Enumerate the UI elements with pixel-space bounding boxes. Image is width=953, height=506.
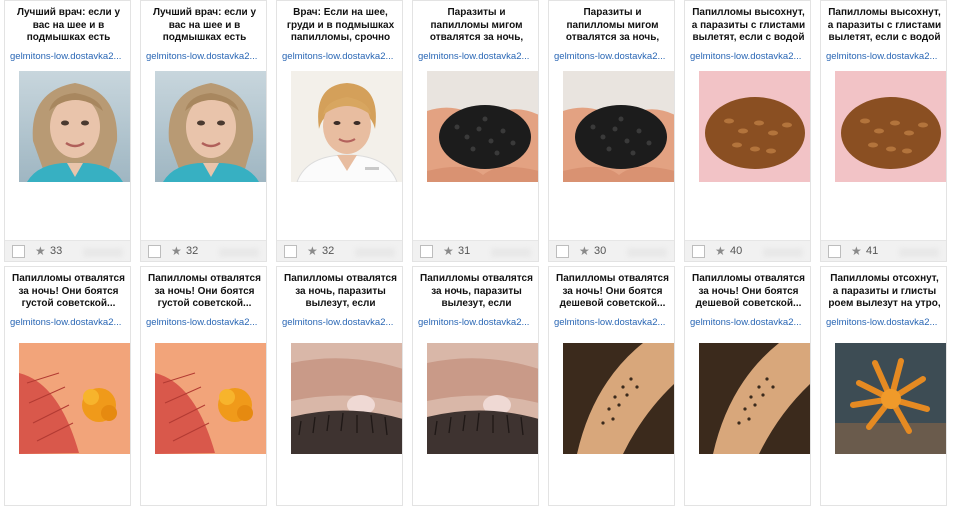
teaser-card[interactable]: Папилломы отвалятся за ночь! Они боятся …	[548, 266, 675, 506]
teaser-footer: ★ 31	[413, 240, 538, 261]
select-checkbox[interactable]	[12, 245, 25, 258]
teaser-thumbnail[interactable]	[291, 71, 402, 182]
blurred-meta	[219, 248, 259, 257]
blurred-meta	[491, 248, 531, 257]
teaser-card[interactable]: Папилломы отвалятся за ночь, паразиты вы…	[412, 266, 539, 506]
teaser-title[interactable]: Папилломы отвалятся за ночь! Они боятся …	[555, 273, 670, 313]
teaser-thumbnail[interactable]	[19, 71, 130, 182]
select-checkbox[interactable]	[420, 245, 433, 258]
teaser-domain-link[interactable]: gelmitons-low.dostavka2...	[690, 317, 808, 328]
teaser-domain-link[interactable]: gelmitons-low.dostavka2...	[10, 317, 128, 328]
teaser-thumbnail[interactable]	[155, 343, 266, 454]
teaser-title[interactable]: Папилломы отвалятся за ночь, паразиты вы…	[419, 273, 534, 313]
teaser-card[interactable]: Лучший врач: если у вас на шее и в подмы…	[140, 0, 267, 262]
teaser-domain-link[interactable]: gelmitons-low.dostavka2...	[10, 51, 128, 62]
teaser-card[interactable]: Папилломы отсохнут, а паразиты и глисты …	[820, 266, 947, 506]
star-icon: ★	[851, 244, 862, 258]
teaser-domain-link[interactable]: gelmitons-low.dostavka2...	[554, 317, 672, 328]
teaser-title[interactable]: Врач: Если на шее, груди и в подмышках п…	[283, 7, 398, 47]
blurred-meta	[83, 248, 123, 257]
star-icon: ★	[443, 244, 454, 258]
teaser-title[interactable]: Лучший врач: если у вас на шее и в подмы…	[147, 7, 262, 47]
blurred-meta	[763, 248, 803, 257]
teaser-card[interactable]: Папилломы отвалятся за ночь! Они боятся …	[140, 266, 267, 506]
rating-count: 31	[458, 245, 471, 257]
teaser-card[interactable]: Папилломы отвалятся за ночь, паразиты вы…	[276, 266, 403, 506]
select-checkbox[interactable]	[692, 245, 705, 258]
teaser-card[interactable]: Папилломы высохнут, а паразиты с глистам…	[820, 0, 947, 262]
star-icon: ★	[307, 244, 318, 258]
teaser-thumbnail[interactable]	[19, 343, 130, 454]
teaser-footer: ★ 41	[821, 240, 946, 261]
teaser-title[interactable]: Папилломы отвалятся за ночь! Они боятся …	[691, 273, 806, 313]
teaser-card[interactable]: Папилломы отвалятся за ночь! Они боятся …	[4, 266, 131, 506]
teaser-domain-link[interactable]: gelmitons-low.dostavka2...	[554, 51, 672, 62]
select-checkbox[interactable]	[148, 245, 161, 258]
teaser-title[interactable]: Лучший врач: если у вас на шее и в подмы…	[11, 7, 126, 47]
teaser-domain-link[interactable]: gelmitons-low.dostavka2...	[418, 51, 536, 62]
teaser-title[interactable]: Папилломы отсохнут, а паразиты и глисты …	[827, 273, 942, 313]
teaser-card[interactable]: Паразиты и папилломы мигом отвалятся за …	[412, 0, 539, 262]
teaser-footer: ★ 32	[141, 240, 266, 261]
teaser-card[interactable]: Врач: Если на шее, груди и в подмышках п…	[276, 0, 403, 262]
teaser-thumbnail[interactable]	[427, 343, 538, 454]
teaser-thumbnail[interactable]	[835, 71, 946, 182]
teaser-thumbnail[interactable]	[835, 343, 946, 454]
teaser-title[interactable]: Папилломы высохнут, а паразиты с глистам…	[691, 7, 806, 47]
star-icon: ★	[171, 244, 182, 258]
teaser-domain-link[interactable]: gelmitons-low.dostavka2...	[282, 317, 400, 328]
star-icon: ★	[579, 244, 590, 258]
teaser-footer: ★ 33	[5, 240, 130, 261]
rating-count: 40	[730, 245, 743, 257]
teaser-footer: ★ 32	[277, 240, 402, 261]
teaser-card[interactable]: Папилломы высохнут, а паразиты с глистам…	[684, 0, 811, 262]
ad-teaser-grid: Лучший врач: если у вас на шее и в подмы…	[0, 0, 953, 506]
teaser-thumbnail[interactable]	[291, 343, 402, 454]
teaser-title[interactable]: Папилломы отвалятся за ночь, паразиты вы…	[283, 273, 398, 313]
rating-count: 32	[322, 245, 335, 257]
star-icon: ★	[715, 244, 726, 258]
teaser-footer: ★ 40	[685, 240, 810, 261]
blurred-meta	[355, 248, 395, 257]
teaser-title[interactable]: Паразиты и папилломы мигом отвалятся за …	[419, 7, 534, 47]
rating-count: 41	[866, 245, 879, 257]
select-checkbox[interactable]	[556, 245, 569, 258]
rating-count: 30	[594, 245, 607, 257]
teaser-title[interactable]: Папилломы отвалятся за ночь! Они боятся …	[147, 273, 262, 313]
teaser-domain-link[interactable]: gelmitons-low.dostavka2...	[418, 317, 536, 328]
teaser-domain-link[interactable]: gelmitons-low.dostavka2...	[690, 51, 808, 62]
blurred-meta	[627, 248, 667, 257]
teaser-card[interactable]: Папилломы отвалятся за ночь! Они боятся …	[684, 266, 811, 506]
teaser-card[interactable]: Лучший врач: если у вас на шее и в подмы…	[4, 0, 131, 262]
teaser-thumbnail[interactable]	[699, 71, 810, 182]
teaser-domain-link[interactable]: gelmitons-low.dostavka2...	[146, 317, 264, 328]
rating-count: 33	[50, 245, 63, 257]
teaser-domain-link[interactable]: gelmitons-low.dostavka2...	[282, 51, 400, 62]
blurred-meta	[899, 248, 939, 257]
teaser-domain-link[interactable]: gelmitons-low.dostavka2...	[826, 317, 944, 328]
teaser-domain-link[interactable]: gelmitons-low.dostavka2...	[826, 51, 944, 62]
rating-count: 32	[186, 245, 199, 257]
star-icon: ★	[35, 244, 46, 258]
teaser-title[interactable]: Паразиты и папилломы мигом отвалятся за …	[555, 7, 670, 47]
teaser-title[interactable]: Папилломы отвалятся за ночь! Они боятся …	[11, 273, 126, 313]
teaser-footer: ★ 30	[549, 240, 674, 261]
select-checkbox[interactable]	[284, 245, 297, 258]
teaser-card[interactable]: Паразиты и папилломы мигом отвалятся за …	[548, 0, 675, 262]
teaser-domain-link[interactable]: gelmitons-low.dostavka2...	[146, 51, 264, 62]
teaser-title[interactable]: Папилломы высохнут, а паразиты с глистам…	[827, 7, 942, 47]
teaser-thumbnail[interactable]	[563, 343, 674, 454]
teaser-thumbnail[interactable]	[563, 71, 674, 182]
teaser-thumbnail[interactable]	[699, 343, 810, 454]
select-checkbox[interactable]	[828, 245, 841, 258]
teaser-thumbnail[interactable]	[155, 71, 266, 182]
teaser-thumbnail[interactable]	[427, 71, 538, 182]
